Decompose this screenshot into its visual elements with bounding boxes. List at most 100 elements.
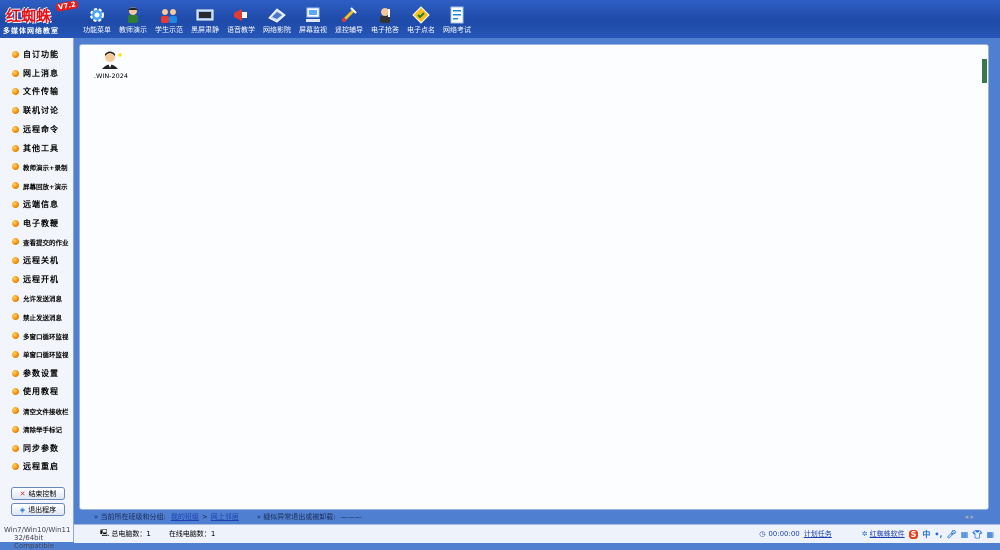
version-badge: V7.2 [55,0,79,12]
sidebar-item[interactable]: 其他工具 [4,139,70,158]
sidebar-item-label: 同步参数 [23,443,59,453]
sidebar-item-label: 远端信息 [23,199,59,209]
skin-icon[interactable]: 👕︎ [972,530,982,539]
toolbar-black-screen-button[interactable]: 黑屏肃静 [187,3,223,37]
orange-bullet-icon [12,238,19,246]
total-computers-value: 1 [146,530,151,538]
sidebar-item-label: 查看提交的作业 [23,238,69,247]
microphone-icon[interactable]: 🎤︎ [947,530,957,539]
breadcrumb-separator: > [201,512,208,521]
sidebar-item-label: 远程关机 [23,256,59,266]
black-screen-icon [196,6,214,24]
network-neighborhood-link[interactable]: 网上邻居 [211,512,239,522]
toolbar-label: 遥控辅导 [335,26,363,34]
compat-line-2: 32/64bit Compatible [14,534,55,550]
orange-bullet-icon [12,294,19,302]
remote-control-icon [340,6,358,24]
sidebar-item-label: 远程重启 [23,462,59,472]
status-bar: 🖳 总电脑数： 1 在线电脑数： 1 ◷ 00:00:00 计划任务 ✲ 红蜘蛛… [74,524,1000,543]
sidebar-item[interactable]: 参数设置 [4,364,70,383]
main-frame: .WIN-2024 » 当前所在班级和分组: 我的班级 > 网上邻居 » 疑似异… [74,38,1000,542]
sidebar-item[interactable]: 远程重启 [4,458,70,477]
sidebar-item[interactable]: 自订功能 [4,45,70,64]
toolbox-icon[interactable]: ▦ [986,530,994,539]
orange-bullet-icon [12,69,19,77]
brand-icon: ✲ [861,530,868,538]
toolbar-label: 语音教学 [227,26,255,34]
end-control-button[interactable]: ✕ 结束控制 [11,487,65,500]
sidebar-item[interactable]: 联机讨论 [4,101,70,120]
toolbar-screen-monitor-button[interactable]: 屏幕监视 [295,3,331,37]
ime-language-indicator[interactable]: 中 [922,529,930,540]
sidebar-item[interactable]: 同步参数 [4,439,70,458]
scroll-arrows-icon[interactable]: ◂ ▸ [965,513,974,521]
exit-program-label: 退出程序 [28,505,57,514]
sidebar-item-label: 教师演示+录制 [23,163,68,172]
compatibility-note: Win7/Win10/Win11 32/64bit Compatible [4,526,73,550]
orange-bullet-icon [12,182,19,190]
roll-call-icon [412,6,430,24]
sidebar-item-label: 清空文件接收栏 [23,407,69,416]
punctuation-icon[interactable]: •, [934,530,942,539]
orange-bullet-icon [12,125,19,133]
sidebar-item[interactable]: 禁止发送消息 [4,308,70,327]
toolbar-voice-teaching-button[interactable]: 语音教学 [223,3,259,37]
sidebar-item[interactable]: 远程关机 [4,251,70,270]
sidebar-item[interactable]: 单窗口循环监视 [4,345,70,364]
toolbar-label: 电子抢答 [371,26,399,34]
sidebar-item-label: 自订功能 [23,49,59,59]
online-computers-label: 在线电脑数： [168,530,211,538]
toolbar-remote-tutoring-button[interactable]: 遥控辅导 [331,3,367,37]
orange-bullet-icon [12,332,19,340]
sidebar-item[interactable]: 查看提交的作业 [4,233,70,252]
sidebar-item[interactable]: 清除举手标记 [4,420,70,439]
orange-bullet-icon [12,388,19,396]
vertical-scrollbar[interactable] [982,45,988,509]
toolbar-student-demo-button[interactable]: 学生示范 [151,3,187,37]
toolbar-roll-call-button[interactable]: 电子点名 [403,3,439,37]
sogou-ime-icon[interactable]: S [908,529,919,539]
scrollbar-thumb[interactable] [982,59,987,83]
sidebar-item-label: 参数设置 [23,368,59,378]
computer-count-icon: 🖳 [100,528,110,537]
sidebar-item[interactable]: 教师演示+录制 [4,158,70,177]
scheduled-task-link[interactable]: 计划任务 [804,529,832,539]
sidebar-item[interactable]: 屏幕回放+演示 [4,176,70,195]
orange-bullet-icon [12,313,19,321]
computer-tile[interactable]: .WIN-2024 [93,51,129,80]
computer-view-area[interactable]: .WIN-2024 [79,44,989,510]
toolbar-label: 电子点名 [407,26,435,34]
sidebar-item[interactable]: 远端信息 [4,195,70,214]
ime-toolbar[interactable]: S 中 •, 🎤︎ ▦ 👕︎ ▦ [908,529,1000,540]
buzzer-icon [376,6,394,24]
sidebar-item[interactable]: 使用教程 [4,383,70,402]
sidebar-item[interactable]: 文件传输 [4,83,70,102]
toolbar-network-cinema-button[interactable]: 网络影院 [259,3,295,37]
toolbar-function-menu-button[interactable]: 功能菜单 [79,3,115,37]
sidebar-item[interactable]: 电子教鞭 [4,214,70,233]
sidebar-item[interactable]: 远程命令 [4,120,70,139]
sidebar-item[interactable]: 多窗口循环监视 [4,326,70,345]
exit-program-button[interactable]: ◈ 退出程序 [11,503,65,516]
toolbar-teacher-demo-button[interactable]: 教师演示 [115,3,151,37]
orange-bullet-icon [12,257,19,265]
toolbar-buzzer-button[interactable]: 电子抢答 [367,3,403,37]
my-class-link[interactable]: 我的班级 [171,512,199,522]
sidebar-item[interactable]: 远程开机 [4,270,70,289]
sidebar-item-label: 屏幕回放+演示 [23,182,68,191]
orange-bullet-icon [12,88,19,96]
monitor-icon [304,6,322,24]
toolbar-network-exam-button[interactable]: 网络考试 [439,3,475,37]
keyboard-icon[interactable]: ▦ [961,530,969,539]
exit-icon: ◈ [19,505,26,514]
sidebar: 自订功能网上消息 文件传输 联机讨论 远程命令 其他工具教师演示+录制 屏幕回放+演示 远端… [0,38,74,550]
orange-bullet-icon [12,50,19,58]
sidebar-item[interactable]: 网上消息 [4,64,70,83]
app-title: 红蜘蛛 [6,7,52,25]
brand-link[interactable]: 红蜘蛛软件 [870,529,905,539]
orange-bullet-icon [12,369,19,377]
sidebar-item[interactable]: 允许发送消息 [4,289,70,308]
sidebar-item-label: 单窗口循环监视 [23,351,69,360]
orange-bullet-icon [12,200,19,208]
sidebar-item[interactable]: 清空文件接收栏 [4,401,70,420]
